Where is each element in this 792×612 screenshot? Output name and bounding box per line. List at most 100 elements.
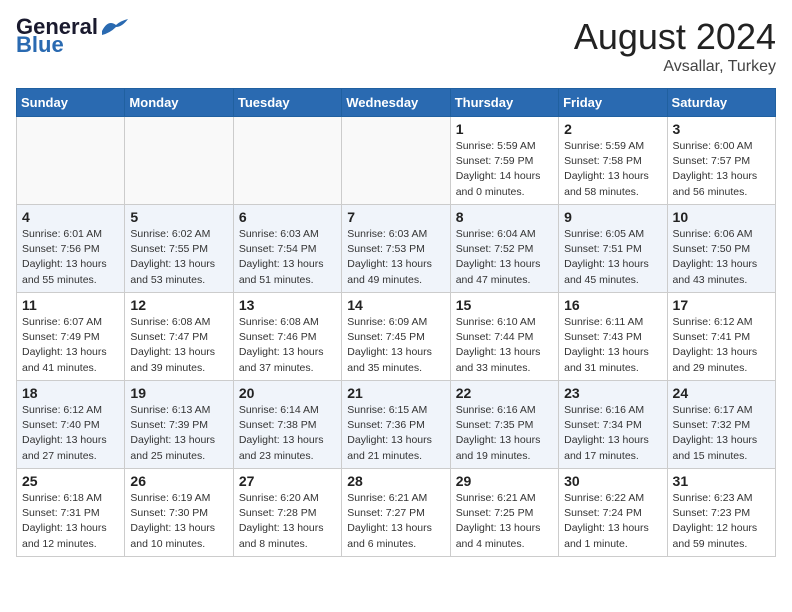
day-cell: 3 Sunrise: 6:00 AMSunset: 7:57 PMDayligh… [667,117,775,205]
day-number: 12 [130,297,227,313]
weekday-header-friday: Friday [559,89,667,117]
day-cell: 18 Sunrise: 6:12 AMSunset: 7:40 PMDaylig… [17,381,125,469]
day-number: 23 [564,385,661,401]
week-row-5: 25 Sunrise: 6:18 AMSunset: 7:31 PMDaylig… [17,469,776,557]
day-cell: 17 Sunrise: 6:12 AMSunset: 7:41 PMDaylig… [667,293,775,381]
week-row-3: 11 Sunrise: 6:07 AMSunset: 7:49 PMDaylig… [17,293,776,381]
day-info: Sunrise: 6:03 AMSunset: 7:53 PMDaylight:… [347,227,444,288]
weekday-header-saturday: Saturday [667,89,775,117]
day-cell: 23 Sunrise: 6:16 AMSunset: 7:34 PMDaylig… [559,381,667,469]
day-number: 2 [564,121,661,137]
day-info: Sunrise: 6:12 AMSunset: 7:41 PMDaylight:… [673,315,770,376]
day-number: 3 [673,121,770,137]
day-number: 4 [22,209,119,225]
day-number: 11 [22,297,119,313]
day-info: Sunrise: 6:09 AMSunset: 7:45 PMDaylight:… [347,315,444,376]
day-info: Sunrise: 6:03 AMSunset: 7:54 PMDaylight:… [239,227,336,288]
weekday-header-monday: Monday [125,89,233,117]
day-cell: 13 Sunrise: 6:08 AMSunset: 7:46 PMDaylig… [233,293,341,381]
day-cell: 15 Sunrise: 6:10 AMSunset: 7:44 PMDaylig… [450,293,558,381]
day-number: 31 [673,473,770,489]
day-cell: 12 Sunrise: 6:08 AMSunset: 7:47 PMDaylig… [125,293,233,381]
day-info: Sunrise: 6:18 AMSunset: 7:31 PMDaylight:… [22,491,119,552]
day-number: 26 [130,473,227,489]
day-info: Sunrise: 6:00 AMSunset: 7:57 PMDaylight:… [673,139,770,200]
day-info: Sunrise: 6:04 AMSunset: 7:52 PMDaylight:… [456,227,553,288]
day-cell [125,117,233,205]
day-cell: 21 Sunrise: 6:15 AMSunset: 7:36 PMDaylig… [342,381,450,469]
day-number: 25 [22,473,119,489]
day-cell: 19 Sunrise: 6:13 AMSunset: 7:39 PMDaylig… [125,381,233,469]
day-info: Sunrise: 6:13 AMSunset: 7:39 PMDaylight:… [130,403,227,464]
day-cell: 26 Sunrise: 6:19 AMSunset: 7:30 PMDaylig… [125,469,233,557]
day-cell: 29 Sunrise: 6:21 AMSunset: 7:25 PMDaylig… [450,469,558,557]
day-number: 17 [673,297,770,313]
day-cell: 7 Sunrise: 6:03 AMSunset: 7:53 PMDayligh… [342,205,450,293]
day-info: Sunrise: 6:05 AMSunset: 7:51 PMDaylight:… [564,227,661,288]
day-cell: 8 Sunrise: 6:04 AMSunset: 7:52 PMDayligh… [450,205,558,293]
day-cell: 25 Sunrise: 6:18 AMSunset: 7:31 PMDaylig… [17,469,125,557]
day-info: Sunrise: 6:08 AMSunset: 7:46 PMDaylight:… [239,315,336,376]
weekday-header-tuesday: Tuesday [233,89,341,117]
day-cell: 6 Sunrise: 6:03 AMSunset: 7:54 PMDayligh… [233,205,341,293]
day-number: 13 [239,297,336,313]
day-info: Sunrise: 6:16 AMSunset: 7:35 PMDaylight:… [456,403,553,464]
day-info: Sunrise: 6:14 AMSunset: 7:38 PMDaylight:… [239,403,336,464]
day-cell: 4 Sunrise: 6:01 AMSunset: 7:56 PMDayligh… [17,205,125,293]
day-cell: 30 Sunrise: 6:22 AMSunset: 7:24 PMDaylig… [559,469,667,557]
day-info: Sunrise: 6:17 AMSunset: 7:32 PMDaylight:… [673,403,770,464]
weekday-header-row: SundayMondayTuesdayWednesdayThursdayFrid… [17,89,776,117]
day-info: Sunrise: 5:59 AMSunset: 7:59 PMDaylight:… [456,139,553,200]
month-title: August 2024 [574,16,776,58]
day-cell: 2 Sunrise: 5:59 AMSunset: 7:58 PMDayligh… [559,117,667,205]
day-number: 21 [347,385,444,401]
day-number: 10 [673,209,770,225]
day-number: 16 [564,297,661,313]
day-info: Sunrise: 6:20 AMSunset: 7:28 PMDaylight:… [239,491,336,552]
day-info: Sunrise: 6:22 AMSunset: 7:24 PMDaylight:… [564,491,661,552]
day-number: 1 [456,121,553,137]
day-info: Sunrise: 6:01 AMSunset: 7:56 PMDaylight:… [22,227,119,288]
day-info: Sunrise: 6:15 AMSunset: 7:36 PMDaylight:… [347,403,444,464]
day-info: Sunrise: 6:12 AMSunset: 7:40 PMDaylight:… [22,403,119,464]
day-info: Sunrise: 5:59 AMSunset: 7:58 PMDaylight:… [564,139,661,200]
day-cell: 24 Sunrise: 6:17 AMSunset: 7:32 PMDaylig… [667,381,775,469]
logo-blue: Blue [16,34,64,56]
location: Avsallar, Turkey [574,58,776,76]
day-number: 29 [456,473,553,489]
day-number: 30 [564,473,661,489]
day-cell: 20 Sunrise: 6:14 AMSunset: 7:38 PMDaylig… [233,381,341,469]
day-cell: 16 Sunrise: 6:11 AMSunset: 7:43 PMDaylig… [559,293,667,381]
day-number: 28 [347,473,444,489]
day-number: 6 [239,209,336,225]
day-cell: 1 Sunrise: 5:59 AMSunset: 7:59 PMDayligh… [450,117,558,205]
day-number: 8 [456,209,553,225]
day-number: 27 [239,473,336,489]
weekday-header-thursday: Thursday [450,89,558,117]
day-info: Sunrise: 6:21 AMSunset: 7:27 PMDaylight:… [347,491,444,552]
day-info: Sunrise: 6:07 AMSunset: 7:49 PMDaylight:… [22,315,119,376]
week-row-1: 1 Sunrise: 5:59 AMSunset: 7:59 PMDayligh… [17,117,776,205]
day-cell: 11 Sunrise: 6:07 AMSunset: 7:49 PMDaylig… [17,293,125,381]
day-number: 15 [456,297,553,313]
day-cell [342,117,450,205]
day-number: 7 [347,209,444,225]
day-info: Sunrise: 6:23 AMSunset: 7:23 PMDaylight:… [673,491,770,552]
day-cell: 28 Sunrise: 6:21 AMSunset: 7:27 PMDaylig… [342,469,450,557]
week-row-4: 18 Sunrise: 6:12 AMSunset: 7:40 PMDaylig… [17,381,776,469]
day-info: Sunrise: 6:10 AMSunset: 7:44 PMDaylight:… [456,315,553,376]
weekday-header-sunday: Sunday [17,89,125,117]
day-info: Sunrise: 6:06 AMSunset: 7:50 PMDaylight:… [673,227,770,288]
day-number: 24 [673,385,770,401]
day-number: 22 [456,385,553,401]
day-number: 18 [22,385,119,401]
day-info: Sunrise: 6:16 AMSunset: 7:34 PMDaylight:… [564,403,661,464]
logo-bird-icon [100,17,128,37]
week-row-2: 4 Sunrise: 6:01 AMSunset: 7:56 PMDayligh… [17,205,776,293]
title-area: August 2024 Avsallar, Turkey [574,16,776,76]
day-number: 9 [564,209,661,225]
day-cell: 27 Sunrise: 6:20 AMSunset: 7:28 PMDaylig… [233,469,341,557]
day-cell: 10 Sunrise: 6:06 AMSunset: 7:50 PMDaylig… [667,205,775,293]
logo: General Blue [16,16,128,56]
day-number: 14 [347,297,444,313]
